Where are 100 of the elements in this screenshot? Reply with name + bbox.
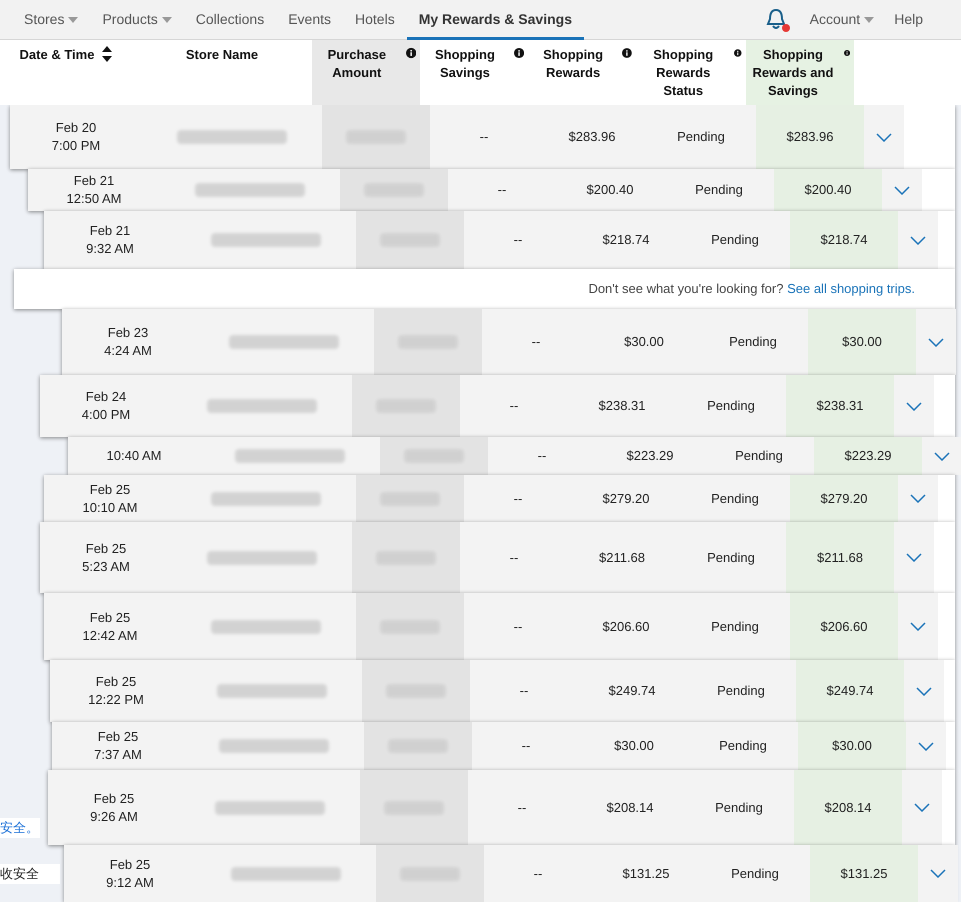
chevron-down-icon — [914, 803, 930, 812]
chevron-down-icon — [934, 452, 950, 460]
info-icon — [406, 46, 416, 60]
table-row[interactable]: Feb 23 4:24 AM -- $30.00 Pending $30.00 — [62, 309, 956, 375]
table-cell-text: Pending — [730, 864, 780, 883]
table-cell-text: $30.00 — [623, 333, 665, 352]
table-cell-text: $30.00 — [613, 737, 655, 756]
nav-tab[interactable]: Products — [90, 0, 184, 40]
date-text: Feb 23 — [108, 324, 148, 342]
table-cell-text: -- — [508, 548, 520, 567]
table-cell-text: Pending — [710, 231, 760, 250]
time-text: 9:12 AM — [106, 874, 154, 892]
table-cell-text: Pending — [734, 447, 784, 466]
time-text: 12:50 AM — [66, 190, 122, 208]
table-row[interactable]: Feb 25 7:37 AM -- $30.00 Pending $30.00 — [52, 722, 946, 770]
chevron-down-icon — [910, 622, 926, 631]
time-text: 9:32 AM — [86, 240, 134, 258]
table-cell-text: $208.14 — [606, 798, 654, 817]
table-cell: $211.68 — [786, 522, 894, 593]
note-text: Don't see what you're looking for? See all shopping trips. — [588, 280, 915, 298]
table-cell-text: -- — [520, 737, 532, 756]
column-header: Shopping Savings — [434, 46, 496, 82]
table-row[interactable]: Feb 25 12:22 PM -- $249.74 Pending $249.74 — [50, 660, 944, 722]
info-icon — [514, 46, 524, 60]
chevron-down-icon — [930, 869, 946, 878]
table-cell-text: Pending — [706, 397, 756, 416]
background-text: 安全。 — [0, 818, 40, 838]
table-row[interactable]: Feb 25 9:26 AM -- $208.14 Pending $208.14 — [48, 770, 942, 845]
info-icon — [734, 46, 742, 60]
table-row[interactable]: Feb 25 10:10 AM -- $279.20 Pending $279.20 — [44, 475, 938, 522]
table-cell-text: $238.31 — [598, 397, 646, 416]
chevron-down-icon — [910, 236, 926, 244]
table-cell: $223.29 — [814, 437, 922, 475]
table-cell-text: $131.25 — [622, 864, 670, 883]
bell-icon[interactable] — [766, 8, 788, 32]
table-cell-text: -- — [518, 682, 530, 700]
table-row[interactable]: Feb 25 9:12 AM -- $131.25 Pending $131.25 — [64, 845, 958, 902]
caret-icon — [162, 16, 172, 22]
table-cell-text: -- — [496, 181, 508, 200]
background-text: 收安全 — [0, 864, 60, 884]
date-text: Feb 25 — [98, 728, 138, 746]
table-cell-text: -- — [532, 864, 544, 883]
table-row[interactable]: Feb 25 5:23 AM -- $211.68 Pending $211.68 — [40, 522, 934, 593]
table-cell-text: $200.40 — [586, 181, 634, 200]
table-cell: $218.74 — [790, 211, 898, 269]
table-row[interactable]: 10:40 AM -- $223.29 Pending $223.29 — [68, 437, 961, 475]
caret-icon — [864, 16, 874, 22]
table-cell-text: $279.20 — [602, 490, 650, 508]
column-header: Shopping Rewards — [542, 46, 604, 82]
date-text: Feb 21 — [74, 172, 114, 190]
table-cell-text: -- — [512, 231, 524, 250]
table-cell-text: Pending — [706, 548, 756, 567]
table-cell: $131.25 — [810, 845, 918, 902]
table-cell: $206.60 — [790, 593, 898, 660]
info-icon — [622, 46, 632, 60]
table-cell-text: $249.74 — [608, 682, 656, 700]
time-text: 4:24 AM — [104, 342, 152, 360]
table-cell-text: Pending — [710, 618, 760, 636]
chevron-down-icon — [876, 132, 892, 142]
date-text: Feb 20 — [56, 119, 96, 137]
caret-icon — [68, 16, 78, 22]
table-cell-text: -- — [508, 397, 520, 416]
chevron-down-icon — [928, 338, 944, 346]
nav-tab[interactable]: Stores — [12, 0, 90, 40]
column-header: Store Name — [186, 46, 258, 64]
nav-tab[interactable]: Events — [276, 0, 344, 40]
table-cell-text: $283.96 — [568, 128, 616, 146]
table-cell-text: Pending — [718, 737, 768, 756]
table-cell: $283.96 — [756, 105, 864, 169]
table-cell: $30.00 — [808, 309, 916, 375]
column-header: Date & Time — [20, 46, 94, 64]
chevron-down-icon — [894, 186, 910, 194]
date-text: Feb 24 — [86, 388, 126, 406]
see-all-trips-link[interactable]: See all shopping trips. — [787, 281, 915, 296]
date-text: Feb 25 — [94, 790, 134, 808]
time-text: 12:22 PM — [88, 691, 144, 709]
column-header: Shopping Rewards Status — [652, 46, 714, 100]
table-cell: $208.14 — [794, 770, 902, 845]
table-cell: $238.31 — [786, 375, 894, 437]
help-link[interactable]: Help — [884, 9, 933, 30]
table-row[interactable]: Feb 20 7:00 PM -- $283.96 Pending $283.96 — [10, 105, 904, 169]
table-row[interactable]: Feb 25 12:42 AM -- $206.60 Pending $206.60 — [44, 593, 938, 660]
time-text: 10:10 AM — [82, 498, 138, 516]
table-cell-text: Pending — [710, 490, 760, 508]
time-text: 10:40 AM — [106, 447, 162, 465]
time-text: 12:42 AM — [82, 626, 138, 644]
table-cell-text: -- — [536, 447, 548, 466]
date-text: Feb 25 — [96, 673, 136, 691]
table-cell-text: -- — [516, 798, 528, 817]
nav-tab[interactable]: Hotels — [343, 0, 407, 40]
table-row[interactable]: Feb 21 12:50 AM -- $200.40 Pending $200.40 — [28, 169, 922, 211]
table-cell-text: $206.60 — [602, 618, 650, 636]
table-row[interactable]: Feb 24 4:00 PM -- $238.31 Pending $238.31 — [40, 375, 934, 437]
table-cell: $279.20 — [790, 475, 898, 522]
nav-tab[interactable]: Collections — [184, 0, 276, 40]
chevron-down-icon — [906, 402, 922, 410]
time-text: 7:37 AM — [94, 746, 142, 764]
table-row[interactable]: Feb 21 9:32 AM -- $218.74 Pending $218.74 — [44, 211, 938, 269]
table-cell-text: -- — [512, 618, 524, 636]
account-menu[interactable]: Account — [800, 9, 884, 30]
